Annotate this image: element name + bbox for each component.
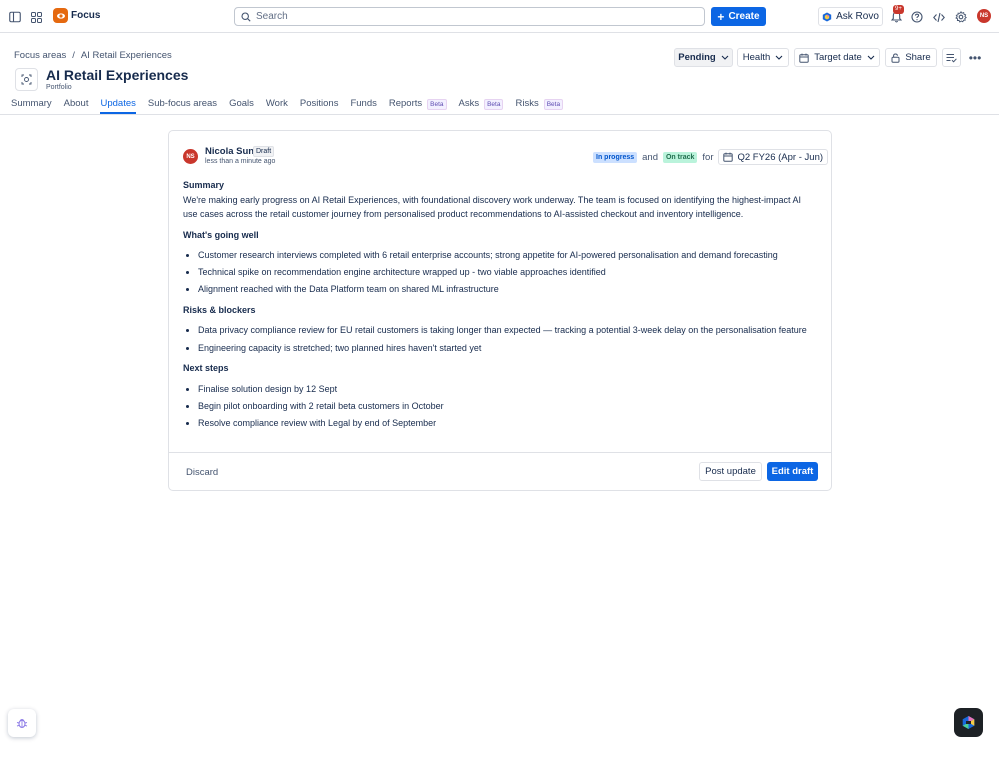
ask-rovo-label: Ask Rovo [836, 11, 879, 22]
list-item: Begin pilot onboarding with 2 retail bet… [183, 399, 813, 414]
code-icon[interactable] [930, 8, 948, 26]
going-well-list: Customer research interviews completed w… [183, 248, 813, 297]
status-in-progress-lozenge[interactable]: In progress [593, 151, 638, 163]
update-body[interactable]: Summary We're making early progress on A… [183, 178, 813, 436]
focus-logo-icon[interactable] [53, 8, 68, 23]
summary-heading: Summary [183, 180, 225, 190]
top-navigation-bar: Focus + Create Ask Rovo 9+ NS [0, 0, 999, 33]
tab-sub-focus-areas[interactable]: Sub-focus areas [148, 98, 217, 114]
tab-risks[interactable]: Risks Beta [515, 98, 564, 114]
edit-draft-button[interactable]: Edit draft [767, 462, 818, 481]
breadcrumb-separator: / [72, 50, 75, 61]
pending-label: Pending [678, 52, 716, 63]
chevron-down-icon [867, 55, 875, 60]
tab-asks[interactable]: Asks Beta [459, 98, 504, 114]
list-item: Finalise solution design by 12 Sept [183, 382, 813, 397]
ask-rovo-button[interactable]: Ask Rovo [818, 7, 883, 26]
list-item: Data privacy compliance review for EU re… [183, 323, 813, 338]
chevron-down-icon [775, 55, 783, 60]
user-avatar[interactable]: NS [977, 9, 991, 23]
update-draft-card: NS Nicola Sun Draft less than a minute a… [168, 130, 832, 491]
card-footer-divider [169, 452, 831, 453]
breadcrumb: Focus areas / AI Retail Experiences [14, 50, 172, 61]
breadcrumb-current[interactable]: AI Retail Experiences [81, 50, 172, 61]
create-button[interactable]: + Create [711, 7, 766, 26]
status-and-text: and [642, 151, 658, 163]
target-date-label: Target date [814, 52, 862, 63]
bug-icon [16, 719, 28, 728]
target-period-picker[interactable]: Q2 FY26 (Apr - Jun) [718, 149, 829, 165]
status-row: In progress and On track for Q2 FY26 (Ap… [593, 149, 829, 165]
list-item: Engineering capacity is stretched; two p… [183, 341, 813, 356]
breadcrumb-focus-areas[interactable]: Focus areas [14, 50, 66, 61]
beta-badge: Beta [427, 99, 447, 110]
tab-reports[interactable]: Reports Beta [389, 98, 447, 114]
page-subtitle: Portfolio [46, 84, 72, 91]
list-check-icon [946, 53, 957, 63]
more-actions-icon[interactable]: ••• [966, 51, 984, 65]
tab-goals[interactable]: Goals [229, 98, 254, 114]
health-dropdown[interactable]: Health [737, 48, 789, 67]
search-box[interactable] [234, 7, 705, 26]
watch-list-button[interactable] [942, 48, 961, 67]
feedback-bug-button[interactable] [8, 709, 36, 737]
tab-positions[interactable]: Positions [300, 98, 339, 114]
discard-button[interactable]: Discard [186, 467, 218, 478]
plus-icon: + [717, 9, 725, 24]
create-button-label: Create [728, 11, 760, 22]
search-input[interactable] [256, 11, 676, 22]
calendar-icon [799, 53, 809, 63]
tabs-divider [0, 114, 999, 115]
app-name[interactable]: Focus [71, 10, 100, 21]
tab-work[interactable]: Work [266, 98, 288, 114]
focus-area-icon[interactable] [15, 68, 38, 91]
chevron-down-icon [721, 55, 729, 60]
tab-bar: Summary About Updates Sub-focus areas Go… [11, 98, 575, 114]
risks-list: Data privacy compliance review for EU re… [183, 323, 813, 355]
sidebar-toggle-icon[interactable] [6, 8, 24, 26]
next-steps-heading: Next steps [183, 363, 229, 374]
next-steps-list: Finalise solution design by 12 Sept Begi… [183, 382, 813, 431]
list-item: Technical spike on recommendation engine… [183, 265, 813, 280]
share-button[interactable]: Share [885, 48, 937, 67]
status-for-text: for [702, 151, 714, 163]
draft-badge: Draft [253, 146, 275, 157]
summary-paragraph: We're making early progress on AI Retail… [183, 194, 802, 220]
tab-updates[interactable]: Updates [100, 98, 136, 114]
beta-badge: Beta [484, 99, 504, 110]
status-on-track-lozenge[interactable]: On track [662, 151, 698, 163]
tab-summary[interactable]: Summary [11, 98, 52, 114]
list-item: Customer research interviews completed w… [183, 248, 813, 263]
update-timestamp: less than a minute ago [205, 158, 276, 165]
beta-badge: Beta [543, 99, 564, 110]
page-title: AI Retail Experiences [46, 67, 189, 83]
post-update-button[interactable]: Post update [699, 462, 762, 481]
lock-icon [891, 52, 900, 63]
going-well-heading: What's going well [183, 229, 259, 240]
settings-gear-icon[interactable] [952, 8, 970, 26]
search-icon [241, 11, 251, 22]
rovo-chat-button[interactable] [954, 708, 983, 737]
health-label: Health [742, 52, 771, 63]
target-period-label: Q2 FY26 (Apr - Jun) [737, 151, 824, 163]
risks-heading: Risks & blockers [183, 304, 256, 315]
app-switcher-icon[interactable] [27, 8, 45, 26]
list-item: Alignment reached with the Data Platform… [183, 282, 813, 297]
target-date-dropdown[interactable]: Target date [794, 48, 880, 67]
tab-funds[interactable]: Funds [350, 98, 376, 114]
share-label: Share [905, 52, 931, 63]
rovo-icon [962, 716, 975, 729]
list-item: Resolve compliance review with Legal by … [183, 416, 813, 431]
notification-count-badge: 9+ [893, 5, 904, 14]
author-avatar[interactable]: NS [183, 149, 198, 164]
calendar-icon [723, 152, 734, 162]
status-pending-dropdown[interactable]: Pending [674, 48, 733, 67]
rovo-icon [822, 12, 832, 21]
tab-about[interactable]: About [64, 98, 89, 114]
help-icon[interactable] [908, 8, 926, 26]
author-name[interactable]: Nicola Sun [205, 146, 254, 157]
